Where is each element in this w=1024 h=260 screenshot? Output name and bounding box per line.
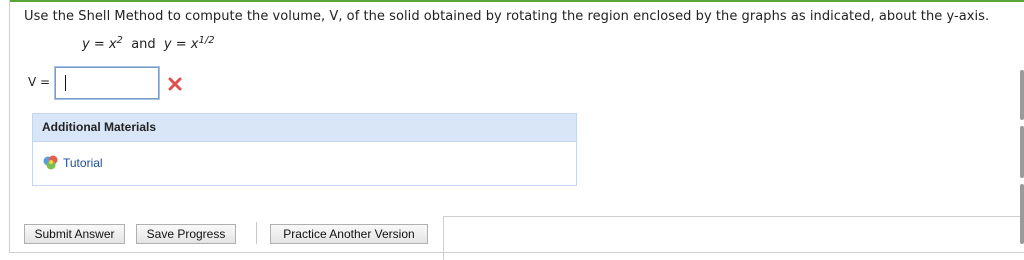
save-progress-button[interactable]: Save Progress <box>136 224 236 244</box>
equation-1-exponent: 2 <box>116 35 123 46</box>
equation-connector: and <box>131 37 156 52</box>
volume-answer-input[interactable] <box>55 67 159 99</box>
button-divider <box>256 222 257 244</box>
equation-1: y = x2 <box>82 35 123 52</box>
tutorial-icon <box>43 155 58 170</box>
scrollbar-segment <box>1020 70 1024 120</box>
bottom-panel-edge <box>443 216 1024 260</box>
tutorial-link[interactable]: Tutorial <box>63 156 103 170</box>
additional-materials-header: Additional Materials <box>33 114 576 142</box>
equation-2-exponent: 1/2 <box>198 35 215 46</box>
equation-1-base: y = x <box>82 37 117 52</box>
practice-another-version-button[interactable]: Practice Another Version <box>270 224 428 244</box>
tutorial-item[interactable]: Tutorial <box>42 154 103 172</box>
text-caret <box>65 75 66 91</box>
question-text-content: Use the Shell Method to compute the volu… <box>24 9 990 24</box>
equation-2: y = x1/2 <box>163 35 215 52</box>
question-text: Use the Shell Method to compute the volu… <box>24 9 989 24</box>
scrollbar-track[interactable] <box>1020 70 1024 245</box>
scrollbar-segment <box>1020 126 1024 178</box>
additional-materials-panel: Additional Materials Tutorial <box>32 113 577 186</box>
scrollbar-segment <box>1020 184 1024 244</box>
answer-label: V = <box>28 75 51 89</box>
submit-answer-button[interactable]: Submit Answer <box>24 224 125 244</box>
x-icon <box>168 77 182 91</box>
equations: y = x2 and y = x1/2 <box>82 35 215 52</box>
equation-2-base: y = x <box>163 37 199 52</box>
